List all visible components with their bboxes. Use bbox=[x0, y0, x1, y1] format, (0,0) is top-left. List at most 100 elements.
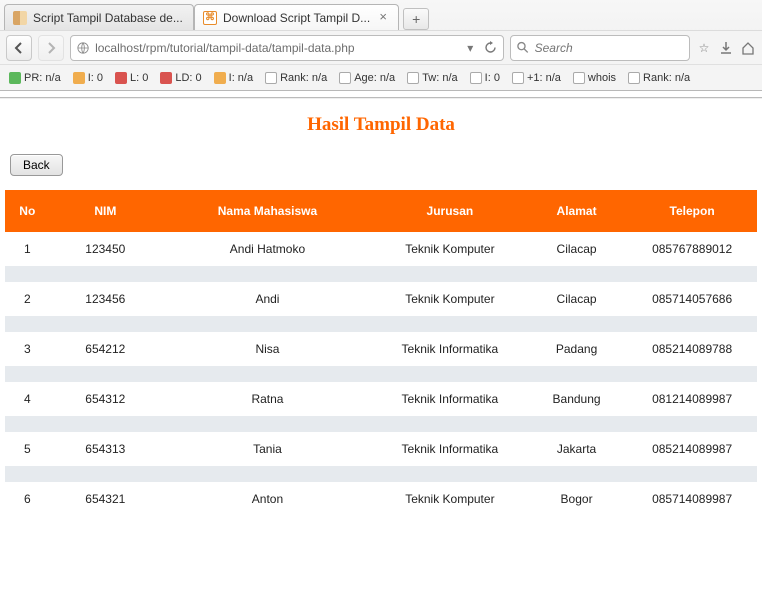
bookmark-label: Age: n/a bbox=[354, 72, 395, 84]
bookmark-icon bbox=[265, 72, 277, 84]
tab-0[interactable]: Script Tampil Database de... bbox=[4, 4, 194, 30]
col-alamat: Alamat bbox=[526, 190, 627, 232]
cell-alamat: Cilacap bbox=[526, 282, 627, 316]
bookmark-item[interactable]: I: n/a bbox=[211, 70, 256, 86]
cell-nim: 654312 bbox=[50, 382, 161, 416]
cell-no: 3 bbox=[5, 332, 50, 366]
cell-jurusan: Teknik Informatika bbox=[374, 332, 526, 366]
bookmark-item[interactable]: I: 0 bbox=[467, 70, 503, 86]
search-icon bbox=[517, 41, 529, 54]
browser-chrome: Script Tampil Database de... ⌘ Download … bbox=[0, 0, 762, 91]
bookmark-label: +1: n/a bbox=[527, 72, 561, 84]
cell-nama: Ratna bbox=[161, 382, 374, 416]
bookmark-item[interactable]: Age: n/a bbox=[336, 70, 398, 86]
col-no: No bbox=[5, 190, 50, 232]
tab-1[interactable]: ⌘ Download Script Tampil D... × bbox=[194, 4, 399, 30]
cell-nim: 654321 bbox=[50, 482, 161, 516]
bookmark-icon bbox=[573, 72, 585, 84]
cell-nama: Tania bbox=[161, 432, 374, 466]
page-heading: Hasil Tampil Data bbox=[0, 114, 762, 136]
bookmark-label: LD: 0 bbox=[175, 72, 201, 84]
reload-icon[interactable] bbox=[483, 40, 497, 56]
bookmark-item[interactable]: I: 0 bbox=[70, 70, 106, 86]
bookmark-label: whois bbox=[588, 72, 616, 84]
cell-nim: 654212 bbox=[50, 332, 161, 366]
cell-telepon: 085214089788 bbox=[627, 332, 757, 366]
arrow-right-icon bbox=[45, 42, 57, 54]
bookmark-item[interactable]: L: 0 bbox=[112, 70, 151, 86]
cell-jurusan: Teknik Komputer bbox=[374, 232, 526, 266]
cell-nama: Andi Hatmoko bbox=[161, 232, 374, 266]
cell-nama: Andi bbox=[161, 282, 374, 316]
cell-alamat: Cilacap bbox=[526, 232, 627, 266]
dropdown-icon[interactable]: ▾ bbox=[463, 40, 477, 56]
divider bbox=[0, 97, 762, 98]
cell-nama: Nisa bbox=[161, 332, 374, 366]
table-row: 6654321AntonTeknik KomputerBogor08571408… bbox=[5, 482, 757, 516]
bookmark-item[interactable]: +1: n/a bbox=[509, 70, 564, 86]
cell-jurusan: Teknik Informatika bbox=[374, 382, 526, 416]
page-content: Hasil Tampil Data Back No NIM Nama Mahas… bbox=[0, 91, 762, 516]
forward-nav-button[interactable] bbox=[38, 35, 64, 61]
cell-telepon: 081214089987 bbox=[627, 382, 757, 416]
bookmark-icon bbox=[160, 72, 172, 84]
globe-icon bbox=[77, 41, 89, 55]
search-input[interactable] bbox=[535, 41, 683, 55]
cell-alamat: Bandung bbox=[526, 382, 627, 416]
bookmark-label: L: 0 bbox=[130, 72, 148, 84]
bookmark-item[interactable]: Tw: n/a bbox=[404, 70, 460, 86]
bookmark-icon bbox=[470, 72, 482, 84]
tab-title: Script Tampil Database de... bbox=[33, 11, 185, 25]
close-icon[interactable]: × bbox=[376, 11, 390, 25]
bookmark-icon bbox=[339, 72, 351, 84]
cell-alamat: Padang bbox=[526, 332, 627, 366]
cell-jurusan: Teknik Komputer bbox=[374, 282, 526, 316]
download-icon[interactable] bbox=[718, 40, 734, 56]
col-jurusan: Jurusan bbox=[374, 190, 526, 232]
cell-no: 4 bbox=[5, 382, 50, 416]
row-gap bbox=[5, 266, 757, 282]
row-gap bbox=[5, 366, 757, 382]
back-nav-button[interactable] bbox=[6, 35, 32, 61]
bookmark-item[interactable]: PR: n/a bbox=[6, 70, 64, 86]
bookmark-icon bbox=[115, 72, 127, 84]
cell-nama: Anton bbox=[161, 482, 374, 516]
xampp-icon: ⌘ bbox=[203, 11, 217, 25]
cell-telepon: 085714089987 bbox=[627, 482, 757, 516]
bookmark-icon bbox=[73, 72, 85, 84]
bookmark-label: Tw: n/a bbox=[422, 72, 457, 84]
search-bar[interactable] bbox=[510, 35, 690, 61]
bookmark-item[interactable]: LD: 0 bbox=[157, 70, 204, 86]
bookmark-label: PR: n/a bbox=[24, 72, 61, 84]
bookmark-label: Rank: n/a bbox=[643, 72, 690, 84]
new-tab-button[interactable]: + bbox=[403, 8, 429, 30]
col-nama: Nama Mahasiswa bbox=[161, 190, 374, 232]
star-icon[interactable]: ☆ bbox=[696, 40, 712, 56]
cell-no: 5 bbox=[5, 432, 50, 466]
bookmark-item[interactable]: Rank: n/a bbox=[625, 70, 693, 86]
book-icon bbox=[13, 11, 27, 25]
url-input[interactable] bbox=[95, 41, 457, 55]
back-button[interactable]: Back bbox=[10, 154, 63, 176]
tab-strip: Script Tampil Database de... ⌘ Download … bbox=[0, 0, 762, 30]
arrow-left-icon bbox=[13, 42, 25, 54]
bookmark-item[interactable]: whois bbox=[570, 70, 619, 86]
nav-toolbar: ▾ ☆ bbox=[0, 30, 762, 64]
cell-telepon: 085714057686 bbox=[627, 282, 757, 316]
bookmark-label: I: 0 bbox=[88, 72, 103, 84]
bookmark-icon bbox=[628, 72, 640, 84]
bookmark-icon bbox=[407, 72, 419, 84]
bookmark-icon bbox=[9, 72, 21, 84]
bookmark-item[interactable]: Rank: n/a bbox=[262, 70, 330, 86]
row-gap bbox=[5, 416, 757, 432]
home-icon[interactable] bbox=[740, 40, 756, 56]
cell-jurusan: Teknik Komputer bbox=[374, 482, 526, 516]
cell-alamat: Jakarta bbox=[526, 432, 627, 466]
table-row: 3654212NisaTeknik InformatikaPadang08521… bbox=[5, 332, 757, 366]
bookmark-label: Rank: n/a bbox=[280, 72, 327, 84]
cell-telepon: 085214089987 bbox=[627, 432, 757, 466]
cell-nim: 123456 bbox=[50, 282, 161, 316]
url-bar[interactable]: ▾ bbox=[70, 35, 504, 61]
bookmark-icon bbox=[214, 72, 226, 84]
bookmarks-bar: PR: n/a I: 0 L: 0 LD: 0 I: n/a Rank: n/a Age: … bbox=[0, 64, 762, 90]
